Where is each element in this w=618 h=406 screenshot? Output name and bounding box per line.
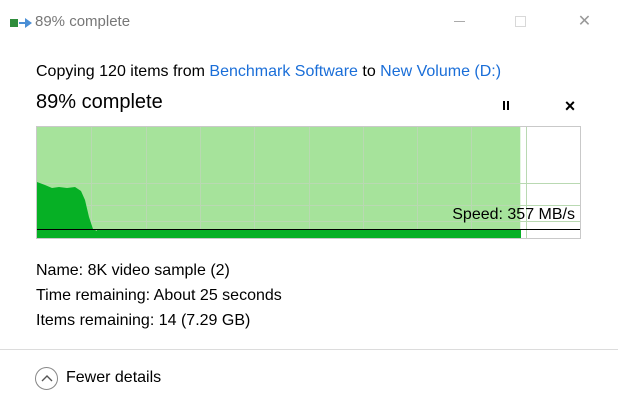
maximize-button[interactable] [498,0,543,44]
pause-button[interactable] [494,94,518,118]
minimize-button[interactable] [437,0,482,44]
items-remaining-row: Items remaining: 14 (7.29 GB) [36,308,282,333]
pause-icon-bar [507,101,509,110]
window-title: 89% complete [35,13,131,30]
footer-divider [0,349,618,350]
time-remaining-label: Time remaining: [36,287,151,304]
source-folder-link[interactable]: Benchmark Software [209,63,358,80]
time-remaining-row: Time remaining: About 25 seconds [36,283,282,308]
copy-description: Copying 120 items from Benchmark Softwar… [36,63,501,81]
items-remaining-label: Items remaining: [36,312,155,329]
speed-readout: Speed: 357 MB/s [452,206,575,223]
copy-middle: to [357,63,381,80]
destination-folder-link[interactable]: New Volume (D:) [380,63,501,80]
close-window-button[interactable]: ✕ [562,0,607,44]
stop-button[interactable]: × [558,94,582,118]
close-icon: ✕ [577,13,592,30]
items-remaining-value: 14 (7.29 GB) [158,312,251,329]
file-copy-icon [10,18,32,28]
speed-baseline-bar [97,230,521,238]
name-value: 8K video sample (2) [87,262,230,279]
transfer-speed-graph: Speed: 357 MB/s [36,126,581,239]
progress-percent-heading: 89% complete [36,91,163,113]
name-row: Name: 8K video sample (2) [36,258,282,283]
name-label: Name: [36,262,84,279]
time-remaining-value: About 25 seconds [153,287,282,304]
pause-icon [503,101,505,110]
transfer-details: Name: 8K video sample (2) Time remaining… [36,258,282,333]
maximize-icon [515,16,526,28]
fewer-details-label: Fewer details [66,369,162,386]
title-bar: 89% complete ✕ [0,0,618,44]
chevron-up-icon [35,367,58,390]
copy-prefix: Copying 120 items from [36,63,210,80]
minimize-icon [454,21,465,23]
